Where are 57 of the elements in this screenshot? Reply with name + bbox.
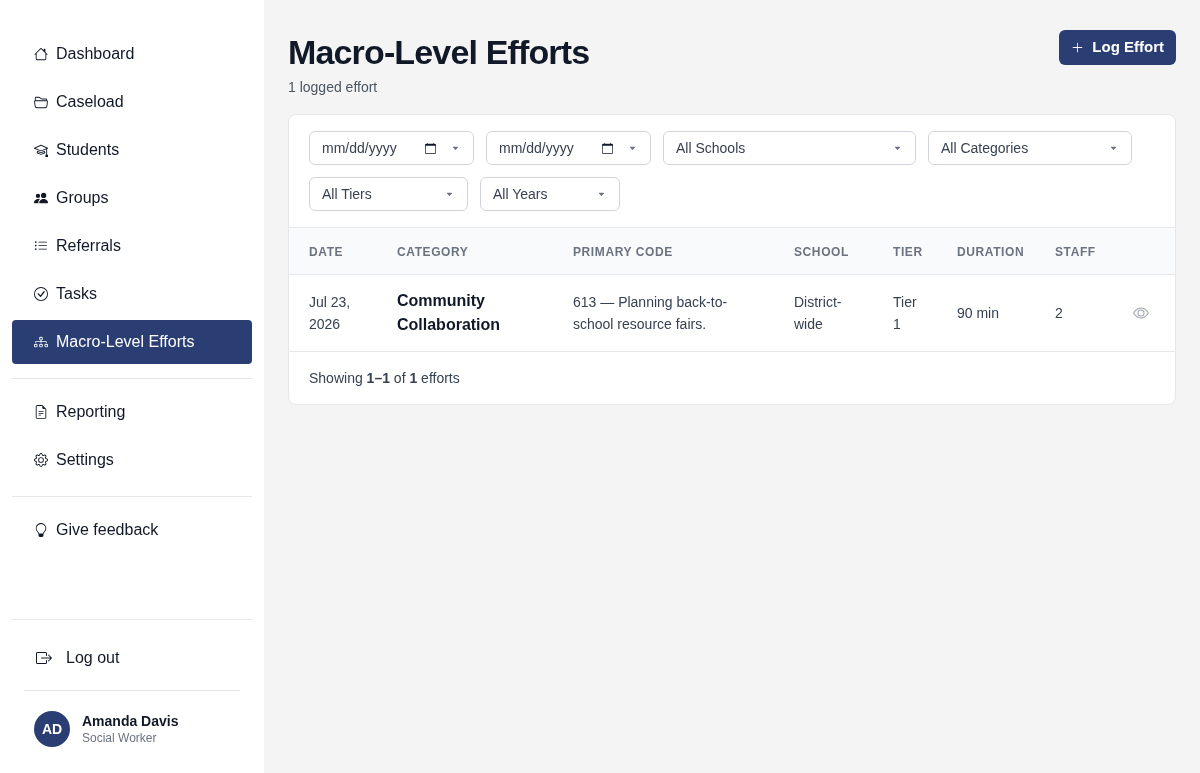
user-role: Social Worker bbox=[82, 730, 158, 746]
sidebar-item[interactable]: Macro-Level Efforts bbox=[12, 320, 252, 364]
column-header: DURATION bbox=[957, 244, 1025, 259]
sidebar-item[interactable]: Tasks bbox=[12, 272, 252, 316]
filter-select[interactable]: All Categories bbox=[928, 131, 1132, 165]
caret-icon bbox=[598, 190, 605, 198]
calendar-icon bbox=[425, 142, 436, 154]
sidebar-item[interactable]: Caseload bbox=[12, 80, 252, 124]
hierarchy-icon bbox=[34, 335, 48, 349]
caret-icon bbox=[894, 144, 901, 152]
column-header: PRIMARY CODE bbox=[573, 244, 673, 259]
caret-icon bbox=[452, 144, 459, 152]
column-header: STAFF bbox=[1055, 244, 1096, 259]
sidebar-item[interactable]: Give feedback bbox=[12, 508, 252, 552]
sidebar-item[interactable]: Dashboard bbox=[12, 32, 252, 76]
sidebar-item[interactable]: Reporting bbox=[12, 390, 252, 434]
logout-link[interactable]: Log out bbox=[36, 640, 120, 676]
column-header: DATE bbox=[309, 244, 344, 259]
category-cell-text: Community Collaboration bbox=[397, 290, 502, 335]
column-header: TIER bbox=[893, 244, 923, 259]
date-field[interactable]: mm/dd/yyyy bbox=[486, 131, 651, 165]
column-header: SCHOOL bbox=[794, 244, 849, 259]
table-cell-text: Jul 23, 2026 bbox=[309, 292, 352, 334]
caret-icon bbox=[1110, 144, 1117, 152]
folder-icon bbox=[34, 95, 48, 109]
filter-select[interactable]: All Schools bbox=[663, 131, 916, 165]
settings-icon bbox=[34, 453, 48, 467]
date-field[interactable]: mm/dd/yyyy bbox=[309, 131, 474, 165]
page-title: Macro-Level Efforts bbox=[288, 32, 590, 72]
pagination-summary: Showing 1–1 of 1 efforts bbox=[309, 369, 460, 386]
plus-icon bbox=[1071, 41, 1085, 54]
table-cell-text: 90 min bbox=[957, 303, 1001, 323]
list-icon bbox=[34, 239, 48, 253]
caret-icon bbox=[446, 190, 453, 198]
table-cell-text: 2 bbox=[1055, 303, 1064, 323]
table-cell-text: 613 — Planning back-to-school resource fairs. bbox=[573, 292, 729, 334]
sidebar-item[interactable]: Students bbox=[12, 128, 252, 172]
user-avatar: AD bbox=[34, 711, 70, 747]
graduation-cap-icon bbox=[34, 143, 48, 157]
people-icon bbox=[34, 191, 48, 205]
filter-select[interactable]: All Tiers bbox=[309, 177, 468, 211]
column-header: CATEGORY bbox=[397, 244, 469, 259]
house-icon bbox=[34, 47, 48, 61]
logout-icon bbox=[36, 650, 52, 666]
table-cell-text: District-wide bbox=[794, 292, 843, 334]
table-cell-text: Tier 1 bbox=[893, 292, 918, 334]
sidebar-item[interactable]: Settings bbox=[12, 438, 252, 482]
log-effort-button[interactable]: Log Effort bbox=[1059, 30, 1176, 65]
document-icon bbox=[34, 405, 48, 419]
sidebar-item[interactable]: Referrals bbox=[12, 224, 252, 268]
calendar-icon bbox=[602, 142, 613, 154]
lightbulb-icon bbox=[34, 523, 48, 537]
user-name: Amanda Davis bbox=[82, 712, 179, 730]
caret-icon bbox=[629, 144, 636, 152]
page-subtitle: 1 logged effort bbox=[288, 78, 379, 97]
sidebar-item[interactable]: Groups bbox=[12, 176, 252, 220]
filter-select[interactable]: All Years bbox=[480, 177, 620, 211]
